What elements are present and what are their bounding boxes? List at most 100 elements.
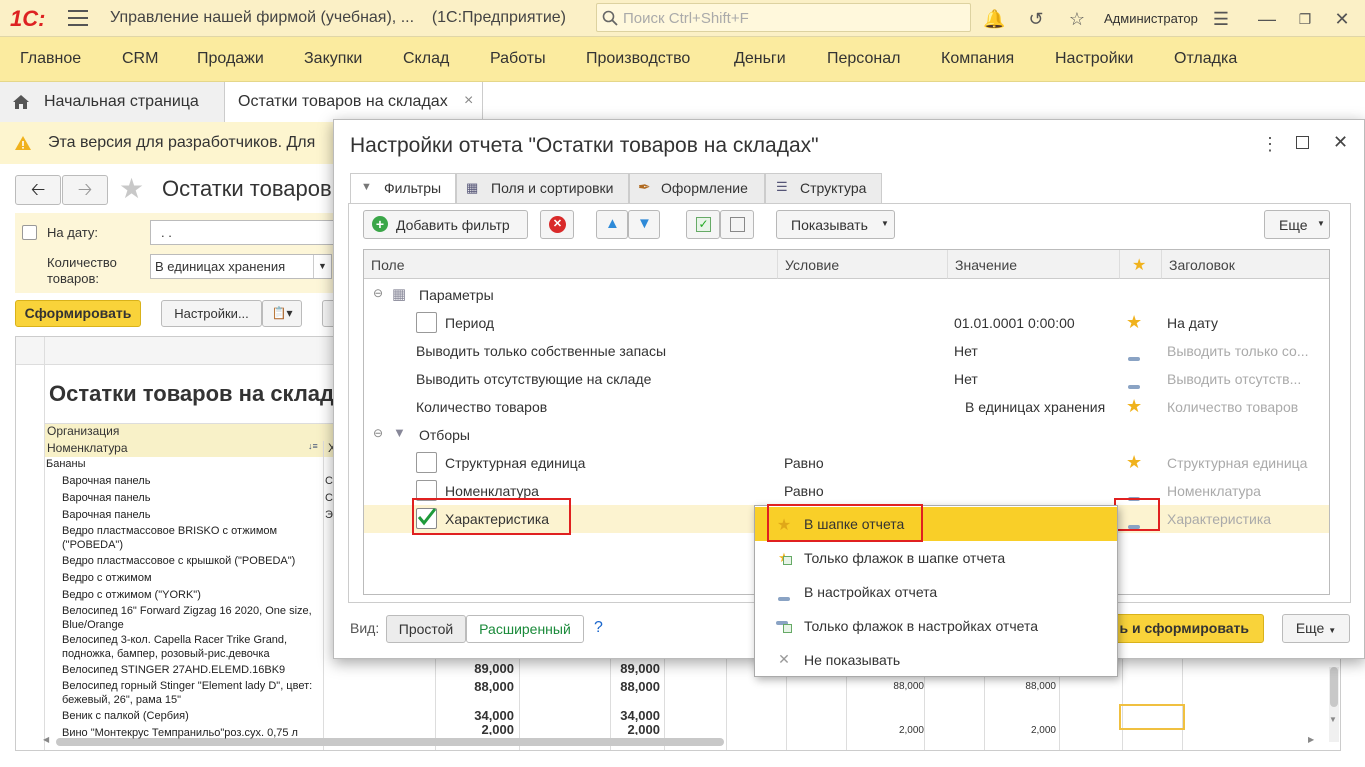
parameters-group-icon: ▦ [392,286,407,303]
user-name[interactable]: Администратор [1104,11,1198,26]
save-and-generate-button[interactable]: ь и сформировать [1104,614,1264,643]
check-all-button[interactable]: ✓ [686,210,720,239]
move-down-button[interactable]: ▼ [628,210,660,239]
favorite-star-icon[interactable]: ★ [119,172,144,205]
history-icon[interactable]: ↺ [1025,8,1047,30]
table-row[interactable]: Выводить отсутствующие на складе Нет Выв… [364,365,1329,393]
move-up-button[interactable]: ▲ [596,210,628,239]
sections-menu: Главное CRM Продажи Закупки Склад Работы… [0,37,1365,82]
selected-cell[interactable] [1119,704,1185,730]
sort-icon[interactable]: ↓≡ [308,441,318,451]
delete-button[interactable]: ✕ [540,210,574,239]
tab-home[interactable]: Начальная страница [0,82,225,122]
scroll-right-icon[interactable]: ▶ [1308,735,1314,744]
arrow-up-icon: ▲ [605,215,620,232]
footer-more-button[interactable]: Еще ▼ [1282,614,1350,643]
menu-item-crm[interactable]: CRM [122,50,158,68]
back-button[interactable]: 🡠 [15,175,61,205]
column-value[interactable]: Значение [947,250,1119,279]
tab-structure[interactable]: ☰ Структура [765,173,882,203]
collapse-icon[interactable]: ⊖ [373,286,383,300]
show-mode-button[interactable]: Показывать ▼ [776,210,895,239]
menu-item-settings[interactable]: Настройки [1055,50,1133,68]
menu-item-purchases[interactable]: Закупки [304,50,362,68]
highlight-characteristic [412,498,571,535]
maximize-icon[interactable] [1296,136,1309,149]
dash-icon[interactable] [1128,376,1140,392]
menu-item-sales[interactable]: Продажи [197,50,264,68]
table-row[interactable]: Период 01.01.0001 0:00:00 ★ На дату [364,309,1329,337]
table-row[interactable]: Структурная единица Равно ★ Структурная … [364,449,1329,477]
minimize-icon[interactable]: — [1256,8,1278,30]
menu-item-staff[interactable]: Персонал [827,50,900,68]
fields-icon: ▦ [466,180,479,195]
column-display-star-icon[interactable]: ★ [1119,250,1161,279]
qty-select[interactable]: В единицах хранения ▼ [150,254,332,279]
close-tab-icon[interactable]: × [464,92,473,110]
collapse-icon[interactable]: ⊖ [373,426,383,440]
menu-item-debug[interactable]: Отладка [1174,50,1237,68]
table-row[interactable]: Количество товаров В единицах хранения ★… [364,393,1329,421]
favorites-star-icon[interactable]: ☆ [1066,8,1088,30]
view-simple-button[interactable]: Простой [386,615,466,643]
column-field[interactable]: Поле [364,250,777,279]
report-items: Бананы Варочная панель Варочная панель В… [46,456,321,742]
bell-icon[interactable]: 🔔 [983,8,1005,30]
menu-item-production[interactable]: Производство [586,50,690,68]
scroll-down-icon[interactable]: ▼ [1329,715,1337,724]
menu-item-works[interactable]: Работы [490,50,546,68]
menu-item-main[interactable]: Главное [20,50,81,68]
add-filter-button[interactable]: + Добавить фильтр [363,210,528,239]
more-actions-icon[interactable]: ⋮ [1261,134,1279,155]
restore-icon[interactable]: ❐ [1294,8,1316,30]
tab-filters[interactable]: ▼ Фильтры [350,173,456,204]
star-icon[interactable]: ★ [1126,396,1142,417]
table-row[interactable]: ⊖ ▼ Отборы [364,421,1329,449]
menu-item-hide[interactable]: ✕ Не показывать [755,643,1117,677]
table-row[interactable]: ⊖ ▦ Параметры [364,281,1329,309]
forward-button[interactable]: 🡢 [62,175,108,205]
menu-item-company[interactable]: Компания [941,50,1014,68]
view-extended-button[interactable]: Расширенный [466,615,584,643]
period-checkbox[interactable] [416,312,437,333]
list-item: Варочная панель [62,492,151,504]
list-item: Велосипед 3-кол. Capella Racer Trike Gra… [62,634,288,660]
dash-icon [776,588,792,604]
help-icon[interactable]: ? [594,619,603,637]
star-icon[interactable]: ★ [1126,452,1142,473]
date-field[interactable]: . . [150,220,335,245]
settings-button[interactable]: Настройки... [161,300,262,327]
list-item: Вино "Монтекрус Темпранильо"роз.сух. 0,7… [62,727,298,739]
tab-appearance[interactable]: ✒ Оформление [629,173,765,203]
arrow-down-icon: ▼ [637,215,652,232]
vertical-scrollbar[interactable] [1330,667,1338,707]
tab-fields-sorting[interactable]: ▦ Поля и сортировки [456,173,629,203]
highlight-display-mode [1114,498,1160,531]
menu-item-in-settings[interactable]: В настройках отчета [755,575,1117,609]
list-item: Бананы [46,458,86,470]
uncheck-all-button[interactable] [720,210,754,239]
variants-button[interactable]: 📋▾ [262,300,302,327]
close-dialog-icon[interactable]: ✕ [1333,132,1348,153]
generate-button[interactable]: Сформировать [15,300,141,327]
more-button[interactable]: Еще ▼ [1264,210,1330,239]
date-checkbox[interactable] [22,225,37,240]
global-search-input[interactable]: Поиск Ctrl+Shift+F [596,3,971,32]
unit-checkbox[interactable] [416,452,437,473]
menu-item-warehouse[interactable]: Склад [403,50,449,68]
tab-stock-report[interactable]: Остатки товаров на складах × [225,82,483,123]
check-all-icon: ✓ [696,217,711,232]
star-icon[interactable]: ★ [1126,312,1142,333]
dash-icon[interactable] [1128,348,1140,364]
column-condition[interactable]: Условие [777,250,947,279]
menu-item-money[interactable]: Деньги [734,50,786,68]
menu-item-flag-in-header[interactable]: ★ Только флажок в шапке отчета [755,541,1117,575]
menu-item-flag-in-settings[interactable]: Только флажок в настройках отчета [755,609,1117,643]
main-menu-icon[interactable] [68,10,88,26]
title-bar: 1С: Управление нашей фирмой (учебная), .… [0,0,1365,37]
settings-menu-icon[interactable]: ☰ [1210,8,1232,30]
column-title[interactable]: Заголовок [1161,250,1329,279]
table-row[interactable]: Выводить только собственные запасы Нет В… [364,337,1329,365]
close-window-icon[interactable]: ✕ [1331,8,1353,30]
list-item: Варочная панель [62,475,151,487]
